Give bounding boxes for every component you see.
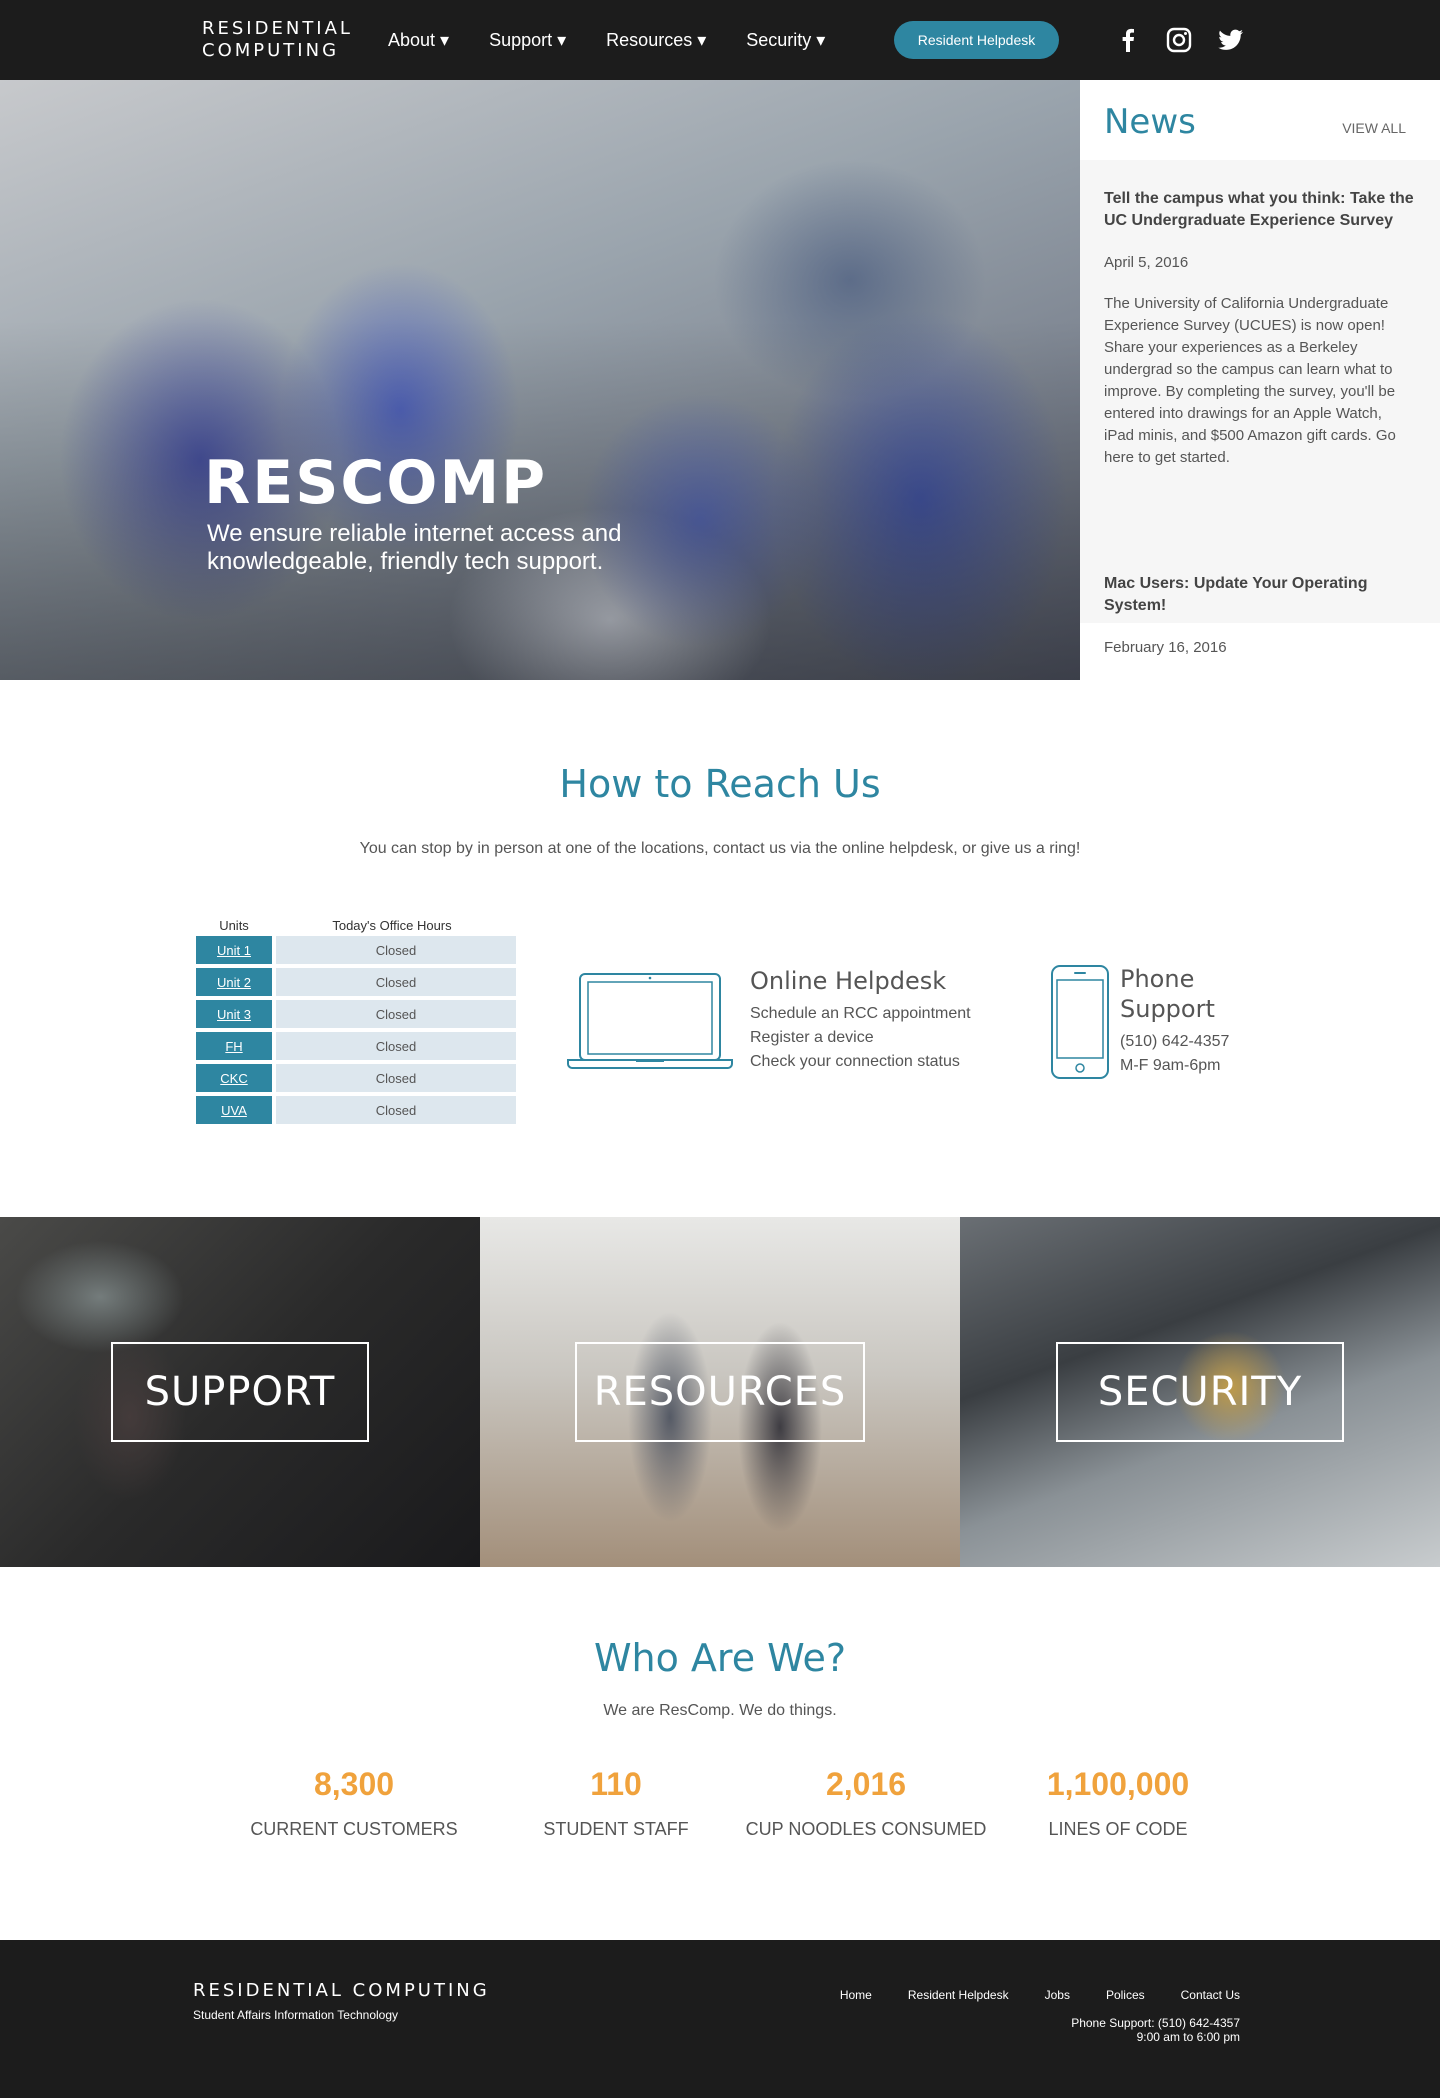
footer-logo[interactable]: RESIDENTIAL COMPUTING (193, 1980, 490, 2001)
instagram-icon[interactable] (1163, 24, 1195, 56)
office-status: Closed (276, 1096, 516, 1124)
news-heading: News (1104, 102, 1196, 142)
footer-links: Home Resident Helpdesk Jobs Polices Cont… (840, 1988, 1240, 2002)
units-column-header: Units (219, 917, 249, 933)
hero-image-shade (0, 80, 1080, 680)
office-hours-header: Units Today's Office Hours (196, 914, 516, 936)
unit-link[interactable]: Unit 3 (196, 1000, 272, 1028)
footer-phone: Phone Support: (510) 642-4357 (1071, 2016, 1240, 2030)
who-section-subtitle: We are ResComp. We do things. (603, 1702, 837, 1719)
phone-support-info: Phone Support (510) 642-4357 M-F 9am-6pm (1120, 964, 1260, 1078)
news-item-title[interactable]: Tell the campus what you think: Take the… (1104, 188, 1416, 232)
stat-student-staff: 110 STUDENT STAFF (486, 1766, 746, 1840)
support-tile[interactable]: SUPPORT (0, 1217, 480, 1567)
stat-value: 2,016 (825, 1766, 907, 1802)
table-row: FH Closed (196, 1032, 516, 1060)
footer-link-contact[interactable]: Contact Us (1181, 1988, 1240, 2002)
resources-tile-label: RESOURCES (575, 1342, 865, 1442)
stat-value: 1,100,000 (1046, 1766, 1190, 1802)
stat-label: STUDENT STAFF (543, 1819, 689, 1839)
hero-subtitle: We ensure reliable internet access and k… (207, 520, 622, 575)
footer-contact: Phone Support: (510) 642-4357 9:00 am to… (1071, 2016, 1240, 2044)
stat-label: CUP NOODLES CONSUMED (745, 1819, 987, 1839)
footer-link-home[interactable]: Home (840, 1988, 872, 2002)
office-status: Closed (276, 1000, 516, 1028)
security-tile-label: SECURITY (1056, 1342, 1344, 1442)
office-hours-table: Units Today's Office Hours Unit 1 Closed… (196, 914, 516, 1128)
stat-cup-noodles: 2,016 CUP NOODLES CONSUMED (736, 1766, 996, 1840)
footer-hours: 9:00 am to 6:00 pm (1136, 2030, 1240, 2044)
news-item-body: The University of California Undergradua… (1104, 295, 1396, 466)
phone-number[interactable]: (510) 642-4357 (1120, 1030, 1260, 1054)
support-tile-label: SUPPORT (111, 1342, 369, 1442)
unit-link[interactable]: CKC (196, 1064, 272, 1092)
site-logo[interactable]: RESIDENTIAL COMPUTING (202, 18, 353, 62)
news-item: Mac Users: Update Your Operating System!… (1080, 543, 1440, 656)
office-status: Closed (276, 968, 516, 996)
site-footer: RESIDENTIAL COMPUTING Student Affairs In… (0, 1940, 1440, 2098)
office-status: Closed (276, 1032, 516, 1060)
hero-banner: RESCOMP We ensure reliable internet acce… (0, 80, 1080, 680)
footer-tagline: Student Affairs Information Technology (193, 2008, 399, 2022)
unit-link[interactable]: UVA (196, 1096, 272, 1124)
nav-item-about[interactable]: About ▾ (388, 30, 449, 51)
online-helpdesk-title[interactable]: Online Helpdesk (750, 966, 971, 996)
connection-status-link[interactable]: Check your connection status (750, 1050, 971, 1074)
footer-link-policies[interactable]: Polices (1106, 1988, 1145, 2002)
table-row: CKC Closed (196, 1064, 516, 1092)
stat-label: LINES OF CODE (1048, 1819, 1188, 1839)
phone-hours: M-F 9am-6pm (1120, 1057, 1221, 1074)
stat-value: 8,300 (313, 1766, 395, 1802)
stat-current-customers: 8,300 CURRENT CUSTOMERS (224, 1766, 484, 1840)
register-device-link[interactable]: Register a device (750, 1026, 971, 1050)
unit-link[interactable]: Unit 1 (196, 936, 272, 964)
stat-value: 110 (590, 1766, 642, 1802)
top-navigation-bar: RESIDENTIAL COMPUTING About ▾ Support ▾ … (0, 0, 1440, 80)
office-status: Closed (276, 1064, 516, 1092)
hero-title: RESCOMP (204, 448, 548, 518)
online-helpdesk-info: Online Helpdesk Schedule an RCC appointm… (750, 966, 971, 1074)
office-status: Closed (276, 936, 516, 964)
news-item-date: April 5, 2016 (1104, 254, 1189, 271)
news-item-date: February 16, 2016 (1104, 639, 1227, 656)
table-row: Unit 1 Closed (196, 936, 516, 964)
table-row: UVA Closed (196, 1096, 516, 1124)
news-panel: News VIEW ALL Tell the campus what you t… (1080, 80, 1440, 680)
reach-section-subtitle: You can stop by in person at one of the … (359, 840, 1081, 857)
logo-line-2: COMPUTING (202, 40, 340, 61)
facebook-icon[interactable] (1112, 24, 1144, 56)
nav-item-security[interactable]: Security ▾ (746, 30, 825, 51)
news-view-all-link[interactable]: VIEW ALL (1342, 120, 1406, 136)
news-item-title[interactable]: Mac Users: Update Your Operating System! (1104, 573, 1416, 617)
table-row: Unit 2 Closed (196, 968, 516, 996)
logo-line-1: RESIDENTIAL (202, 18, 353, 39)
footer-link-jobs[interactable]: Jobs (1045, 1988, 1070, 2002)
resident-helpdesk-button[interactable]: Resident Helpdesk (894, 21, 1059, 59)
phone-icon (1050, 964, 1110, 1085)
phone-support-title: Phone Support (1120, 965, 1215, 1023)
security-tile[interactable]: SECURITY (960, 1217, 1440, 1567)
unit-link[interactable]: Unit 2 (196, 968, 272, 996)
unit-link[interactable]: FH (196, 1032, 272, 1060)
stat-label: CURRENT CUSTOMERS (250, 1819, 458, 1839)
nav-item-resources[interactable]: Resources ▾ (606, 30, 706, 51)
nav-item-support[interactable]: Support ▾ (489, 30, 566, 51)
table-row: Unit 3 Closed (196, 1000, 516, 1028)
stat-lines-of-code: 1,100,000 LINES OF CODE (988, 1766, 1248, 1840)
hours-column-header: Today's Office Hours (332, 917, 452, 933)
who-section-title: Who Are We? (593, 1636, 847, 1680)
main-menu: About ▾ Support ▾ Resources ▾ Security ▾ (388, 0, 825, 80)
schedule-appointment-link[interactable]: Schedule an RCC appointment (750, 1002, 971, 1026)
reach-section-title: How to Reach Us (559, 762, 881, 806)
laptop-icon (566, 972, 734, 1075)
footer-link-helpdesk[interactable]: Resident Helpdesk (908, 1988, 1009, 2002)
twitter-icon[interactable] (1215, 24, 1247, 56)
resources-tile[interactable]: RESOURCES (480, 1217, 960, 1567)
